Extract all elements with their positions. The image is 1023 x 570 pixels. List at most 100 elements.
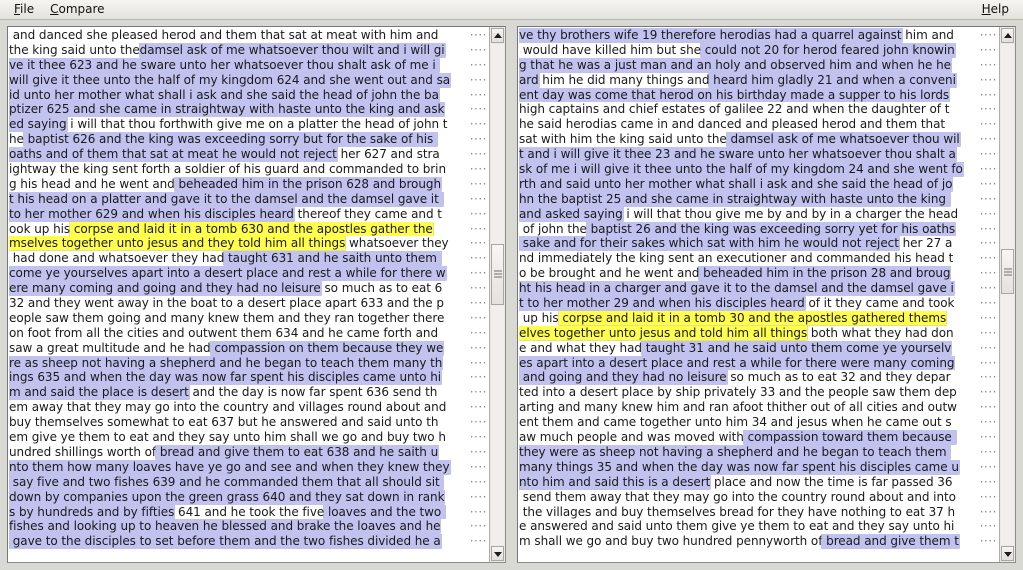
right-scroll-track[interactable] bbox=[1001, 44, 1014, 545]
text-line[interactable]: ook up his corpse and laid it in a tomb … bbox=[9, 221, 489, 237]
menu-file[interactable]: File bbox=[6, 1, 42, 18]
text-line[interactable]: and going and they had no leisure so muc… bbox=[519, 370, 999, 385]
text-line[interactable]: 32 and they went away in the boat to a d… bbox=[9, 296, 489, 311]
right-vertical-scrollbar[interactable] bbox=[999, 27, 1015, 562]
text-line[interactable]: up his corpse and laid it in a tomb 30 a… bbox=[519, 310, 999, 326]
text-line[interactable]: sk of me i will give it thee unto the ha… bbox=[519, 162, 999, 177]
menu-help[interactable]: Help bbox=[974, 1, 1017, 18]
left-scroll-thumb[interactable] bbox=[491, 244, 504, 305]
text-line[interactable]: ings 635 and when the day was now far sp… bbox=[9, 370, 489, 385]
text-line[interactable]: fishes and looking up to heaven he bless… bbox=[9, 519, 489, 534]
text-line[interactable]: eople saw them going and many knew them … bbox=[9, 311, 489, 326]
text-line[interactable]: nd immediately the king sent an executio… bbox=[519, 251, 999, 266]
text-line[interactable]: saw a great multitude and he had compass… bbox=[9, 340, 489, 356]
line-wrap-marker: ···· bbox=[979, 325, 997, 340]
right-scroll-thumb[interactable] bbox=[1001, 249, 1014, 295]
text-line[interactable]: they were as sheep not having a shepherd… bbox=[519, 444, 999, 460]
right-text-area[interactable]: ve thy brothers wife 19 therefore herodi… bbox=[518, 27, 999, 562]
text-line[interactable]: nto him and said this is a desert place … bbox=[519, 474, 999, 490]
text-line[interactable]: em away that they may go into the countr… bbox=[9, 400, 489, 415]
right-document-pane[interactable]: ve thy brothers wife 19 therefore herodi… bbox=[517, 26, 1016, 563]
text-line[interactable]: he said herodias came in and danced and … bbox=[519, 117, 999, 132]
text-line[interactable]: re as sheep not having a shepherd and he… bbox=[9, 355, 489, 371]
text-line[interactable]: gave to the disciples to set before them… bbox=[9, 534, 489, 549]
text-line[interactable]: he baptist 626 and the king was exceedin… bbox=[9, 132, 489, 147]
text-line[interactable]: the villages and buy themselves bread fo… bbox=[519, 505, 999, 520]
text-line[interactable]: sake and for their sakes which sat with … bbox=[519, 236, 999, 251]
line-wrap-marker: ···· bbox=[979, 72, 997, 87]
left-scroll-track[interactable] bbox=[491, 44, 504, 545]
text-line[interactable]: ve it thee 623 and he sware unto her wha… bbox=[9, 57, 489, 73]
text-line[interactable]: the king said unto thedamsel ask of me w… bbox=[9, 42, 489, 58]
right-scroll-up-button[interactable] bbox=[1001, 28, 1014, 43]
text-line[interactable]: would have killed him but she could not … bbox=[519, 42, 999, 58]
line-wrap-marker: ···· bbox=[979, 281, 997, 296]
menu-compare[interactable]: Compare bbox=[42, 1, 112, 18]
text-line[interactable]: m shall we go and buy two hundred pennyw… bbox=[519, 534, 999, 549]
text-line[interactable]: many things 35 and when the day was now … bbox=[519, 459, 999, 475]
text-line[interactable]: undred shillings worth of bread and give… bbox=[9, 444, 489, 460]
text-line[interactable]: and danced she pleased herod and them th… bbox=[9, 28, 489, 43]
text-line[interactable]: send them away that they may go into the… bbox=[519, 490, 999, 505]
match-highlight-span: ht his head in a charger and gave it to … bbox=[519, 281, 954, 296]
text-line[interactable]: em give ye them to eat and they say unto… bbox=[9, 430, 489, 445]
text-line[interactable]: ht his head in a charger and gave it to … bbox=[519, 281, 999, 296]
text-line[interactable]: g his head and he went and beheaded him … bbox=[9, 176, 489, 192]
text-line[interactable]: down by companies upon the green grass 6… bbox=[9, 489, 489, 505]
text-line[interactable]: s by hundreds and by fifties 641 and he … bbox=[9, 504, 489, 520]
match-highlight-span: taught 631 and he saith unto them bbox=[224, 251, 441, 266]
text-line[interactable]: rth and said unto her mother what shall … bbox=[519, 176, 999, 192]
text-line[interactable]: t his head on a platter and gave it to t… bbox=[9, 191, 489, 207]
text-line[interactable]: g that he was a just man and an holy and… bbox=[519, 57, 999, 73]
left-scroll-up-button[interactable] bbox=[491, 28, 504, 43]
text-line[interactable]: t to her mother 29 and when his disciple… bbox=[519, 296, 999, 311]
text-line[interactable]: id unto her mother what shall i ask and … bbox=[9, 87, 489, 103]
plain-text-span: buy themselves somewhat to eat 637 but h… bbox=[9, 415, 439, 430]
text-line[interactable]: come ye yourselves apart into a desert p… bbox=[9, 266, 489, 281]
text-line[interactable]: had done and whatsoever they had taught … bbox=[9, 251, 489, 266]
text-line[interactable]: sat with him the king said unto the dams… bbox=[519, 132, 999, 147]
text-line[interactable]: es apart into a desert place and rest a … bbox=[519, 355, 999, 371]
text-line[interactable]: ted into a desert place by ship privatel… bbox=[519, 385, 999, 400]
text-line[interactable]: o be brought and he went and beheaded hi… bbox=[519, 266, 999, 281]
match-highlight-span: loaves and the two bbox=[324, 504, 445, 519]
line-wrap-marker: ···· bbox=[469, 400, 487, 415]
text-line[interactable]: and asked saying i will that thou give m… bbox=[519, 206, 999, 222]
text-line[interactable]: ptizer 625 and she came in straightway w… bbox=[9, 102, 489, 117]
plain-text-span: up his bbox=[519, 310, 559, 325]
text-line[interactable]: say five and two fishes 639 and he comma… bbox=[9, 474, 489, 490]
line-wrap-marker: ···· bbox=[979, 117, 997, 132]
text-line[interactable]: arting and many knew him and ran afoot t… bbox=[519, 400, 999, 415]
text-line[interactable]: oaths and of them that sat at meat he wo… bbox=[9, 147, 489, 162]
left-vertical-scrollbar[interactable] bbox=[489, 27, 505, 562]
text-line[interactable]: ere many coming and going and they had n… bbox=[9, 281, 489, 296]
text-line[interactable]: elves together unto jesus and told him a… bbox=[519, 325, 999, 341]
text-line[interactable]: nto them how many loaves have ye go and … bbox=[9, 459, 489, 475]
match-highlight-span: ings 635 and when the day was now far sp… bbox=[9, 370, 442, 385]
text-line[interactable]: t and i will give it thee 23 and he swar… bbox=[519, 147, 999, 162]
text-line[interactable]: ightway the king sent forth a soldier of… bbox=[9, 162, 489, 177]
text-line[interactable]: aw much people and was moved with compas… bbox=[519, 430, 999, 445]
text-line[interactable]: e answered and said unto them give ye th… bbox=[519, 519, 999, 534]
text-line[interactable]: ent day was come that herod on his birth… bbox=[519, 87, 999, 103]
text-line[interactable]: hn the baptist 25 and she came in straig… bbox=[519, 191, 999, 207]
text-line[interactable]: high captains and chief estates of galil… bbox=[519, 102, 999, 117]
text-line[interactable]: on foot from all the cities and outwent … bbox=[9, 326, 489, 341]
text-line[interactable]: m and said the place is desert and the d… bbox=[9, 385, 489, 400]
text-line[interactable]: will give it thee unto the half of my ki… bbox=[9, 72, 489, 88]
text-line[interactable]: of john the baptist 26 and the king was … bbox=[519, 221, 999, 237]
text-line[interactable]: e and what they had taught 31 and he sai… bbox=[519, 340, 999, 356]
text-line[interactable]: ve thy brothers wife 19 therefore herodi… bbox=[519, 28, 999, 43]
line-wrap-marker: ···· bbox=[469, 176, 487, 191]
text-line[interactable]: ed saying i will that thou forthwith giv… bbox=[9, 117, 489, 132]
text-line[interactable]: mselves together unto jesus and they tol… bbox=[9, 236, 489, 251]
right-scroll-down-button[interactable] bbox=[1001, 546, 1014, 561]
line-wrap-marker: ···· bbox=[469, 325, 487, 340]
text-line[interactable]: ard him he did many things and heard him… bbox=[519, 72, 999, 88]
text-line[interactable]: buy themselves somewhat to eat 637 but h… bbox=[9, 415, 489, 430]
text-line[interactable]: ent them and came together unto him 34 a… bbox=[519, 415, 999, 430]
left-scroll-down-button[interactable] bbox=[491, 546, 504, 561]
text-line[interactable]: to her mother 629 and when his disciples… bbox=[9, 206, 489, 222]
left-text-area[interactable]: and danced she pleased herod and them th… bbox=[8, 27, 489, 562]
left-document-pane[interactable]: and danced she pleased herod and them th… bbox=[7, 26, 506, 563]
